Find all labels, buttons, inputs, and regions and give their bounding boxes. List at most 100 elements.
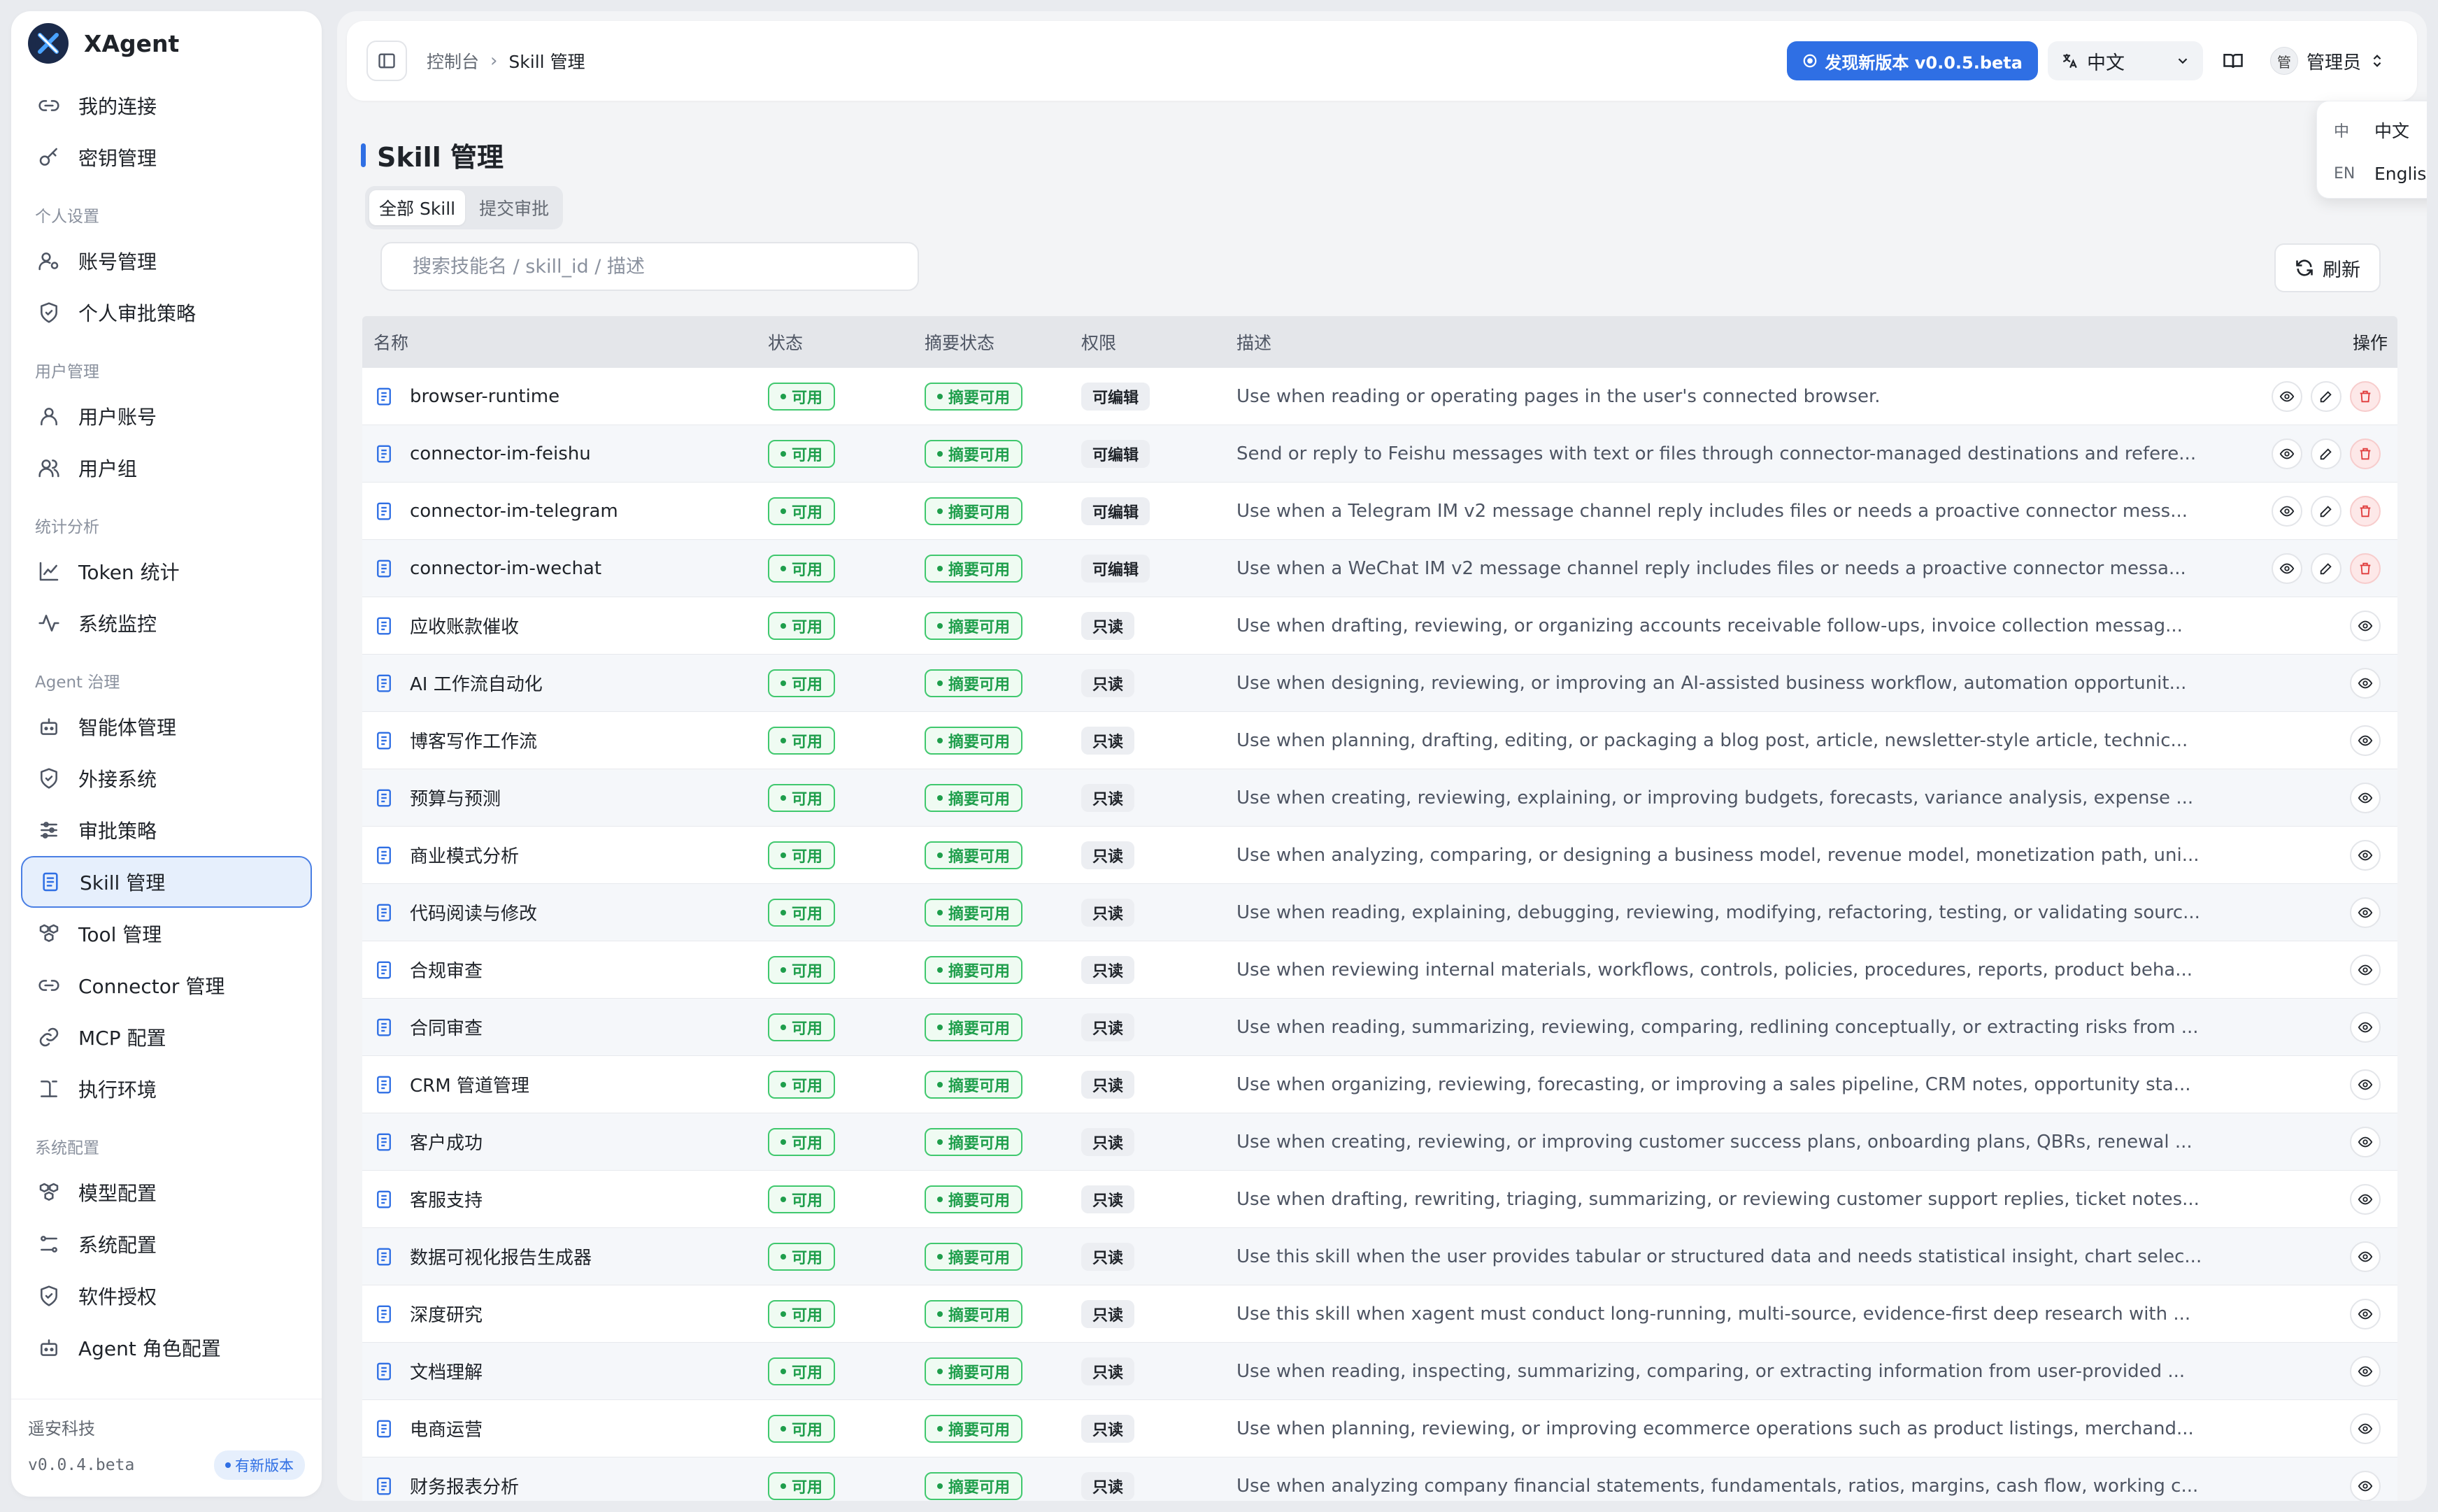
table-row[interactable]: 深度研究 可用 摘要可用 只读 Use this skill when xagent m… — [362, 1285, 2397, 1343]
view-button[interactable] — [2272, 438, 2302, 469]
new-version-badge[interactable]: 有新版本 — [214, 1450, 305, 1480]
tab-submit-approval[interactable]: 提交审批 — [469, 190, 559, 225]
skill-name[interactable]: 代码阅读与修改 — [410, 899, 537, 925]
language-option[interactable]: EN English — [2325, 152, 2427, 195]
sidebar-item-activity[interactable]: 系统监控 — [21, 597, 312, 649]
skill-name[interactable]: 客户成功 — [410, 1129, 483, 1155]
view-button[interactable] — [2350, 1126, 2381, 1157]
skill-name[interactable]: 合规审查 — [410, 957, 483, 983]
table-row[interactable]: CRM 管道管理 可用 摘要可用 只读 Use when organizing, rev… — [362, 1056, 2397, 1113]
sidebar-item-chain[interactable]: MCP 配置 — [21, 1011, 312, 1063]
sidebar-item-document[interactable]: Skill 管理 — [21, 856, 312, 908]
table-row[interactable]: 商业模式分析 可用 摘要可用 只读 Use when analyzing, compar… — [362, 827, 2397, 884]
view-button[interactable] — [2272, 495, 2302, 527]
sidebar-item-shield[interactable]: 个人审批策略 — [21, 287, 312, 338]
delete-button[interactable] — [2350, 495, 2381, 527]
view-button[interactable] — [2350, 782, 2381, 813]
skill-name[interactable]: 财务报表分析 — [410, 1473, 519, 1499]
skill-name[interactable]: connector-im-feishu — [410, 443, 591, 464]
sidebar-item-users[interactable]: 用户组 — [21, 442, 312, 494]
view-button[interactable] — [2272, 552, 2302, 584]
view-button[interactable] — [2350, 1413, 2381, 1444]
table-row[interactable]: 预算与预测 可用 摘要可用 只读 Use when creating, reviewin… — [362, 769, 2397, 827]
table-row[interactable]: 数据可视化报告生成器 可用 摘要可用 只读 Use this skill when th… — [362, 1228, 2397, 1285]
skill-name[interactable]: 客服支持 — [410, 1186, 483, 1212]
table-row[interactable]: 应收账款催收 可用 摘要可用 只读 Use when drafting, reviewi… — [362, 597, 2397, 655]
edit-button[interactable] — [2311, 380, 2341, 412]
table-row[interactable]: browser-runtime 可用 摘要可用 可编辑 Use when reading… — [362, 368, 2397, 425]
sidebar-item-link[interactable]: Connector 管理 — [21, 960, 312, 1011]
table-row[interactable]: 代码阅读与修改 可用 摘要可用 只读 Use when reading, explain… — [362, 884, 2397, 941]
docs-button[interactable] — [2212, 41, 2253, 81]
delete-button[interactable] — [2350, 380, 2381, 412]
table-row[interactable]: 合规审查 可用 摘要可用 只读 Use when reviewing internal … — [362, 941, 2397, 999]
user-menu[interactable]: 管 管理员 — [2263, 41, 2397, 80]
sidebar-item-shield[interactable]: 软件授权 — [21, 1270, 312, 1322]
skill-name[interactable]: connector-im-wechat — [410, 558, 601, 579]
table-row[interactable]: 客服支持 可用 摘要可用 只读 Use when drafting, rewriting… — [362, 1171, 2397, 1228]
view-button[interactable] — [2350, 1069, 2381, 1100]
view-button[interactable] — [2350, 839, 2381, 871]
tab-all-skills[interactable]: 全部 Skill — [369, 190, 466, 225]
breadcrumb-console[interactable]: 控制台 — [427, 48, 479, 73]
sidebar-item-bot[interactable]: 智能体管理 — [21, 701, 312, 753]
table-row[interactable]: connector-im-feishu 可用 摘要可用 可编辑 Send or repl… — [362, 425, 2397, 483]
view-button[interactable] — [2350, 1241, 2381, 1272]
table-row[interactable]: connector-im-wechat 可用 摘要可用 可编辑 Use when a W… — [362, 540, 2397, 597]
view-button[interactable] — [2272, 380, 2302, 412]
brand[interactable]: XAgent — [11, 11, 322, 76]
delete-button[interactable] — [2350, 438, 2381, 469]
skill-name[interactable]: 深度研究 — [410, 1301, 483, 1327]
sidebar-item-line-chart[interactable]: Token 统计 — [21, 545, 312, 597]
skill-name[interactable]: 商业模式分析 — [410, 842, 519, 868]
view-button[interactable] — [2350, 725, 2381, 756]
toggle-sidebar-button[interactable] — [366, 41, 407, 81]
skill-name[interactable]: 合同审查 — [410, 1014, 483, 1040]
skill-name[interactable]: 预算与预测 — [410, 785, 501, 811]
view-button[interactable] — [2350, 1183, 2381, 1215]
view-button[interactable] — [2350, 667, 2381, 699]
language-option[interactable]: 中 中文 — [2325, 108, 2427, 152]
edit-button[interactable] — [2311, 438, 2341, 469]
view-button[interactable] — [2350, 954, 2381, 985]
view-button[interactable] — [2350, 897, 2381, 928]
table-row[interactable]: connector-im-telegram 可用 摘要可用 可编辑 Use when a… — [362, 483, 2397, 540]
sidebar-item-settings[interactable]: 系统配置 — [21, 1218, 312, 1270]
skill-name[interactable]: 文档理解 — [410, 1358, 483, 1384]
table-row[interactable]: 博客写作工作流 可用 摘要可用 只读 Use when planning, drafti… — [362, 712, 2397, 769]
table-row[interactable]: 电商运营 可用 摘要可用 只读 Use when planning, reviewing… — [362, 1400, 2397, 1457]
sidebar-item-sliders[interactable]: 审批策略 — [21, 804, 312, 856]
table-row[interactable]: AI 工作流自动化 可用 摘要可用 只读 Use when designing, rev… — [362, 655, 2397, 712]
search-box[interactable] — [380, 242, 919, 291]
sidebar-item-key[interactable]: 密钥管理 — [21, 131, 312, 183]
skill-name[interactable]: 应收账款催收 — [410, 613, 519, 639]
sidebar-item-bot[interactable]: Agent 角色配置 — [21, 1322, 312, 1374]
sidebar-item-user-settings[interactable]: 账号管理 — [21, 235, 312, 287]
sidebar-item-shield[interactable]: 外接系统 — [21, 753, 312, 804]
update-available-button[interactable]: 发现新版本 v0.0.5.beta — [1787, 41, 2038, 80]
sidebar-item-boxes[interactable]: Tool 管理 — [21, 908, 312, 960]
view-button[interactable] — [2350, 1011, 2381, 1043]
language-select[interactable]: 中文 — [2047, 41, 2203, 80]
sidebar-item-boxes[interactable]: 模型配置 — [21, 1167, 312, 1218]
skill-name[interactable]: 数据可视化报告生成器 — [410, 1243, 592, 1269]
skill-name[interactable]: connector-im-telegram — [410, 501, 618, 522]
sidebar-item-link[interactable]: 我的连接 — [21, 80, 312, 131]
table-row[interactable]: 合同审查 可用 摘要可用 只读 Use when reading, summarizin… — [362, 999, 2397, 1056]
table-row[interactable]: 客户成功 可用 摘要可用 只读 Use when creating, reviewing… — [362, 1113, 2397, 1171]
search-input[interactable] — [413, 255, 888, 278]
edit-button[interactable] — [2311, 552, 2341, 584]
table-row[interactable]: 财务报表分析 可用 摘要可用 只读 Use when analyzing company… — [362, 1457, 2397, 1501]
skill-name[interactable]: CRM 管道管理 — [410, 1071, 529, 1097]
view-button[interactable] — [2350, 610, 2381, 641]
skill-name[interactable]: AI 工作流自动化 — [410, 670, 543, 696]
table-row[interactable]: 文档理解 可用 摘要可用 只读 Use when reading, inspecting… — [362, 1343, 2397, 1400]
skill-name[interactable]: browser-runtime — [410, 386, 559, 407]
skill-name[interactable]: 电商运营 — [410, 1415, 483, 1441]
edit-button[interactable] — [2311, 495, 2341, 527]
sidebar-item-terminal[interactable]: 执行环境 — [21, 1063, 312, 1115]
skill-name[interactable]: 博客写作工作流 — [410, 727, 537, 753]
view-button[interactable] — [2350, 1470, 2381, 1501]
view-button[interactable] — [2350, 1355, 2381, 1387]
sidebar-item-user[interactable]: 用户账号 — [21, 390, 312, 442]
